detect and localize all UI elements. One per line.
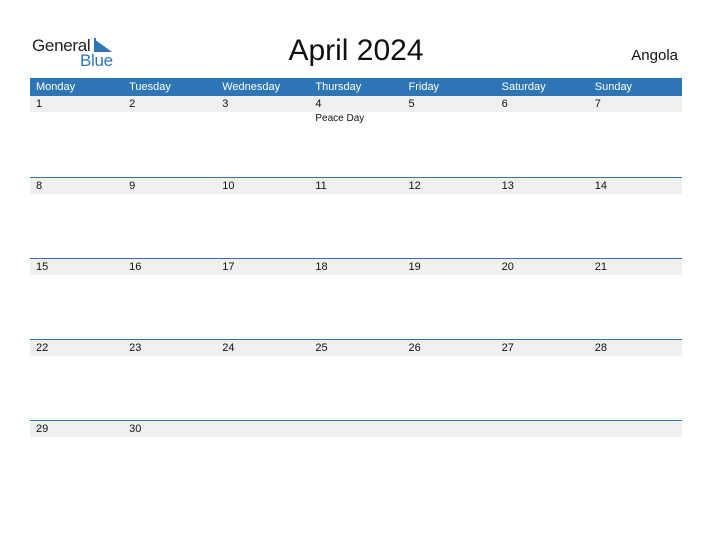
holiday-label [496, 275, 589, 276]
holiday-label [496, 437, 589, 438]
events-row: Peace Day [30, 112, 682, 124]
events-row [30, 356, 682, 357]
day-number: 22 [36, 342, 49, 354]
holiday-label [309, 194, 402, 195]
day-number: 15 [36, 261, 49, 273]
holiday-label [309, 437, 402, 438]
day-number: 6 [501, 98, 508, 110]
day-number: 10 [222, 180, 235, 192]
country-label: Angola [631, 47, 678, 64]
day-number: 28 [594, 342, 607, 354]
date-strip: 29 30 [30, 421, 682, 437]
week-row: 1 2 3 4 5 6 7 Peace Day [30, 96, 682, 177]
weekday-header: Monday Tuesday Wednesday Thursday Friday… [30, 78, 682, 96]
day-number: 9 [129, 180, 136, 192]
weekday-tuesday: Tuesday [129, 81, 171, 93]
holiday-label [123, 112, 216, 124]
date-strip: 1 2 3 4 5 6 7 [30, 96, 682, 112]
calendar-grid: Monday Tuesday Wednesday Thursday Friday… [30, 78, 682, 501]
date-strip: 8 9 10 11 12 13 14 [30, 178, 682, 194]
week-row: 8 9 10 11 12 13 14 [30, 177, 682, 258]
weekday-saturday: Saturday [501, 81, 546, 93]
holiday-label [589, 437, 682, 438]
day-number: 23 [129, 342, 142, 354]
holiday-label [589, 112, 682, 124]
holiday-label [403, 112, 496, 124]
holiday-label [403, 275, 496, 276]
holiday-label [30, 356, 123, 357]
events-row [30, 194, 682, 195]
holiday-label [30, 112, 123, 124]
holiday-label [403, 194, 496, 195]
day-number [216, 421, 309, 437]
holiday-label [123, 194, 216, 195]
day-number: 29 [36, 423, 49, 435]
holiday-label: Peace Day [315, 113, 365, 124]
holiday-label [589, 194, 682, 195]
day-number [496, 421, 589, 437]
holiday-label [589, 275, 682, 276]
holiday-label [496, 112, 589, 124]
day-number: 17 [222, 261, 235, 273]
events-row [30, 437, 682, 438]
day-number: 18 [315, 261, 328, 273]
day-number: 7 [594, 98, 601, 110]
day-number: 24 [222, 342, 235, 354]
day-number: 14 [594, 180, 607, 192]
holiday-label [216, 275, 309, 276]
day-number: 3 [222, 98, 229, 110]
holiday-label [309, 275, 402, 276]
day-number [309, 421, 402, 437]
day-number [403, 421, 496, 437]
week-row: 29 30 [30, 420, 682, 501]
day-number: 27 [501, 342, 514, 354]
holiday-label [216, 112, 309, 124]
weekday-monday: Monday [36, 81, 76, 93]
week-row: 22 23 24 25 26 27 28 [30, 339, 682, 420]
holiday-label [216, 356, 309, 357]
day-number: 8 [36, 180, 43, 192]
day-number: 30 [129, 423, 142, 435]
day-number: 16 [129, 261, 142, 273]
holiday-label [216, 437, 309, 438]
holiday-label [30, 437, 123, 438]
day-number: 4 [315, 98, 322, 110]
date-strip: 15 16 17 18 19 20 21 [30, 259, 682, 275]
day-number: 21 [594, 261, 607, 273]
holiday-label [123, 275, 216, 276]
holiday-label [30, 275, 123, 276]
day-number: 20 [501, 261, 514, 273]
weekday-thursday: Thursday [315, 81, 362, 93]
day-number: 26 [408, 342, 421, 354]
day-number [589, 421, 682, 437]
holiday-label [496, 194, 589, 195]
holiday-label [496, 356, 589, 357]
day-number: 13 [501, 180, 514, 192]
day-number: 12 [408, 180, 421, 192]
calendar-title: April 2024 [288, 34, 424, 67]
day-number: 25 [315, 342, 328, 354]
day-number: 5 [408, 98, 415, 110]
holiday-label [403, 437, 496, 438]
holiday-label [30, 194, 123, 195]
holiday-label [403, 356, 496, 357]
weekday-sunday: Sunday [594, 81, 633, 93]
week-row: 15 16 17 18 19 20 21 [30, 258, 682, 339]
holiday-label [123, 356, 216, 357]
events-row [30, 275, 682, 276]
holiday-label [309, 356, 402, 357]
holiday-label [589, 356, 682, 357]
holiday-label [216, 194, 309, 195]
day-number: 2 [129, 98, 136, 110]
weekday-friday: Friday [408, 81, 440, 93]
weekday-wednesday: Wednesday [222, 81, 281, 93]
date-strip: 22 23 24 25 26 27 28 [30, 340, 682, 356]
day-number: 19 [408, 261, 421, 273]
day-number: 11 [315, 180, 327, 192]
holiday-label [123, 437, 216, 438]
day-number: 1 [36, 98, 43, 110]
